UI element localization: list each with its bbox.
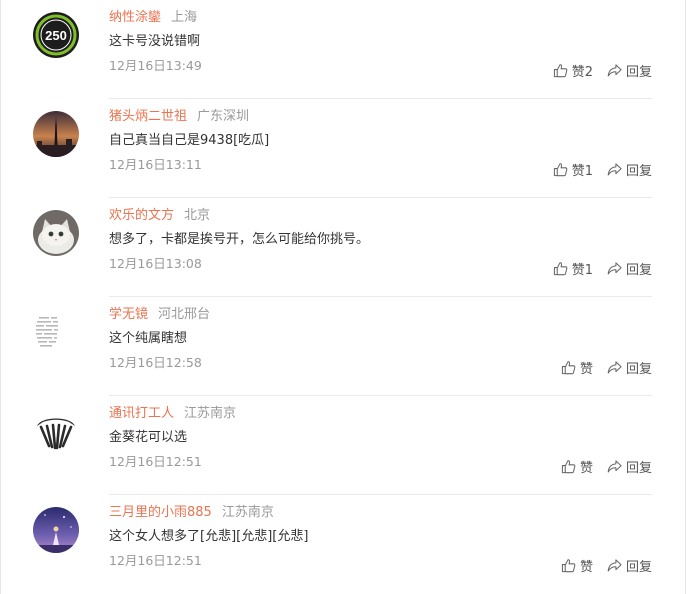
thumbs-up-icon [553, 261, 568, 275]
avatar[interactable] [33, 210, 79, 256]
comment-time: 12月16日13:08 [109, 256, 202, 271]
username-link[interactable]: 三月里的小雨885 [109, 505, 212, 520]
thumbs-up-icon [553, 162, 568, 176]
comment-time: 12月16日13:49 [109, 58, 202, 73]
like-button[interactable]: 赞 [561, 457, 593, 476]
comment-item: 猪头炳二世祖 广东深圳 自己真当自己是9438[吃瓜] 12月16日13:11 赞… [1, 99, 687, 198]
username-link[interactable]: 通讯打工人 [109, 406, 174, 421]
comment-text: 金葵花可以选 [109, 430, 188, 445]
like-button[interactable]: 赞2 [553, 61, 593, 80]
like-button[interactable]: 赞1 [553, 160, 593, 179]
like-label: 赞2 [571, 64, 593, 80]
reply-arrow-icon [607, 261, 622, 274]
avatar[interactable] [33, 408, 79, 454]
comment-actions: 赞 回复 [561, 457, 652, 476]
reply-button[interactable]: 回复 [607, 457, 652, 476]
fan-logo-icon [33, 408, 79, 454]
comment-header: 欢乐的文方 北京 [109, 207, 210, 225]
comment-header: 通讯打工人 江苏南京 [109, 405, 236, 423]
reply-arrow-icon [607, 162, 622, 175]
like-button[interactable]: 赞 [561, 358, 593, 377]
comment-text: 自己真当自己是9438[吃瓜] [109, 133, 270, 148]
comment-header: 三月里的小雨885 江苏南京 [109, 504, 274, 522]
svg-text:250: 250 [45, 28, 67, 43]
like-button[interactable]: 赞 [561, 556, 593, 575]
reply-arrow-icon [607, 459, 622, 472]
comment-item: 三月里的小雨885 江苏南京 这个女人想多了[允悲][允悲][允悲] 12月16日… [1, 495, 687, 594]
avatar[interactable]: 250 [33, 12, 79, 58]
thumbs-up-icon [561, 459, 576, 473]
user-location: 江苏南京 [221, 505, 274, 520]
comment-time: 12月16日12:51 [109, 553, 202, 568]
reply-label: 回复 [625, 559, 652, 575]
cat-photo-icon [33, 210, 79, 256]
like-label: 赞1 [571, 262, 593, 278]
reply-arrow-icon [607, 360, 622, 373]
city-tower-sunset-icon [33, 111, 79, 157]
reply-label: 回复 [625, 460, 652, 476]
username-link[interactable]: 猪头炳二世祖 [109, 109, 187, 124]
reply-button[interactable]: 回复 [607, 61, 652, 80]
comment-text: 想多了，卡都是挨号开，怎么可能给你挑号。 [109, 232, 370, 247]
avatar[interactable] [33, 111, 79, 157]
like-button[interactable]: 赞1 [553, 259, 593, 278]
badge-250-icon: 250 [33, 12, 79, 58]
username-link[interactable]: 学无镜 [109, 307, 148, 322]
like-label: 赞 [579, 559, 593, 575]
reply-button[interactable]: 回复 [607, 556, 652, 575]
comment-actions: 赞 回复 [561, 358, 652, 377]
comment-header: 学无镜 河北邢台 [109, 306, 210, 324]
user-location: 河北邢台 [158, 307, 211, 322]
comment-item: 250 纳性涂鑾 上海 这卡号没说错啊 12月16日13:49 赞2 回复 [1, 0, 687, 99]
reply-button[interactable]: 回复 [607, 259, 652, 278]
comment-list: 250 纳性涂鑾 上海 这卡号没说错啊 12月16日13:49 赞2 回复 猪头… [0, 0, 686, 594]
like-label: 赞1 [571, 163, 593, 179]
comment-time: 12月16日12:58 [109, 355, 202, 370]
comment-time: 12月16日13:11 [109, 157, 202, 172]
like-label: 赞 [579, 361, 593, 377]
reply-label: 回复 [625, 361, 652, 377]
comment-actions: 赞1 回复 [553, 259, 652, 278]
thumbs-up-icon [553, 63, 568, 77]
night-figure-icon [33, 507, 79, 553]
user-location: 广东深圳 [197, 109, 250, 124]
comment-actions: 赞2 回复 [553, 61, 652, 80]
comment-header: 纳性涂鑾 上海 [109, 9, 197, 27]
comment-item: 学无镜 河北邢台 这个纯属瞎想 12月16日12:58 赞 回复 [1, 297, 687, 396]
reply-arrow-icon [607, 63, 622, 76]
reply-button[interactable]: 回复 [607, 160, 652, 179]
reply-arrow-icon [607, 558, 622, 571]
comment-item: 欢乐的文方 北京 想多了，卡都是挨号开，怎么可能给你挑号。 12月16日13:08… [1, 198, 687, 297]
reply-label: 回复 [625, 64, 652, 80]
comment-actions: 赞1 回复 [553, 160, 652, 179]
text-sketch-icon [33, 309, 79, 355]
username-link[interactable]: 欢乐的文方 [109, 208, 174, 223]
user-location: 上海 [171, 10, 198, 25]
username-link[interactable]: 纳性涂鑾 [109, 10, 161, 25]
avatar[interactable] [33, 309, 79, 355]
avatar[interactable] [33, 507, 79, 553]
reply-label: 回复 [625, 163, 652, 179]
comment-time: 12月16日12:51 [109, 454, 202, 469]
comment-text: 这个女人想多了[允悲][允悲][允悲] [109, 529, 309, 544]
comment-actions: 赞 回复 [561, 556, 652, 575]
reply-label: 回复 [625, 262, 652, 278]
thumbs-up-icon [561, 360, 576, 374]
thumbs-up-icon [561, 558, 576, 572]
comment-item: 通讯打工人 江苏南京 金葵花可以选 12月16日12:51 赞 回复 [1, 396, 687, 495]
like-label: 赞 [579, 460, 593, 476]
comment-text: 这卡号没说错啊 [109, 34, 201, 49]
comment-header: 猪头炳二世祖 广东深圳 [109, 108, 249, 126]
comment-text: 这个纯属瞎想 [109, 331, 188, 346]
user-location: 北京 [184, 208, 211, 223]
user-location: 江苏南京 [184, 406, 237, 421]
reply-button[interactable]: 回复 [607, 358, 652, 377]
